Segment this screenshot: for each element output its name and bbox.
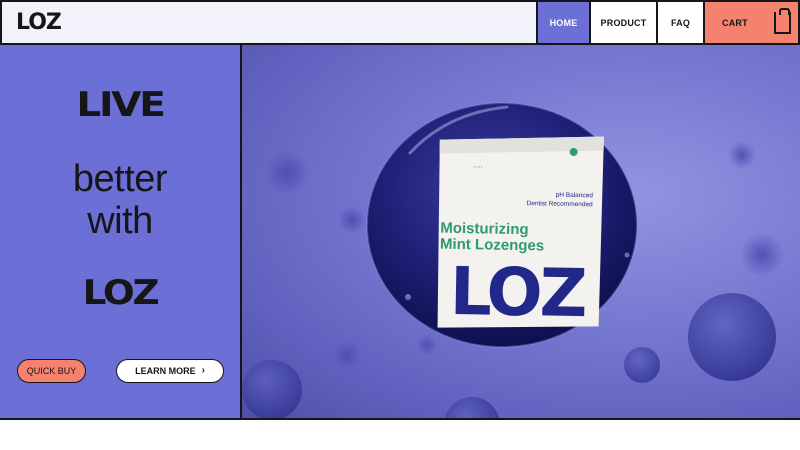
droplet: [624, 347, 660, 383]
chevron-right-icon: ›: [201, 365, 205, 376]
package-tagline-1: pH Balanced: [556, 192, 594, 200]
droplet-blur: [333, 341, 361, 369]
nav-product[interactable]: PRODUCT: [589, 2, 656, 43]
droplet: [242, 360, 302, 418]
shopping-bag-icon: [773, 7, 791, 34]
brand-logo[interactable]: LOZ: [2, 2, 536, 43]
droplet-blur: [338, 206, 366, 234]
package-name-2: Mint Lozenges: [440, 236, 544, 255]
headline-better: better: [72, 158, 168, 200]
learn-more-button[interactable]: LEARN MORE ›: [116, 359, 224, 383]
droplet: [405, 294, 411, 300]
package-tagline-2: Dentist Recommended: [527, 200, 594, 208]
nav-cart[interactable]: CART: [703, 2, 798, 43]
quick-buy-button[interactable]: QUICK BUY: [17, 359, 86, 383]
droplet-blur: [417, 335, 437, 355]
top-nav: LOZ HOME PRODUCT FAQ CART: [0, 0, 800, 45]
hero-product-image: • • • • pH Balanced Dentist Recommended …: [242, 45, 800, 420]
headline-live: LIVE: [76, 85, 166, 125]
headline-loz: LOZ: [82, 273, 160, 313]
nav-cart-label: CART: [722, 17, 748, 28]
package-fineprint: • • • •: [473, 164, 483, 169]
quick-buy-label: QUICK BUY: [26, 366, 77, 376]
bubble-scene: • • • • pH Balanced Dentist Recommended …: [242, 102, 784, 418]
page-below-fold: [0, 420, 800, 450]
nav-faq[interactable]: FAQ: [656, 2, 703, 43]
headline-with: with: [87, 200, 153, 242]
nav-home[interactable]: HOME: [536, 2, 589, 43]
product-package: • • • • pH Balanced Dentist Recommended …: [437, 136, 604, 332]
droplet-blur: [728, 141, 756, 169]
package-brand: LOZ: [449, 253, 585, 332]
hero-text-panel: LIVE better with LOZ QUICK BUY LEARN MOR…: [0, 45, 242, 420]
droplet: [688, 293, 776, 381]
learn-more-label: LEARN MORE: [135, 366, 196, 376]
droplet: [444, 397, 500, 418]
droplet-blur: [265, 151, 309, 195]
droplet: [624, 252, 630, 258]
droplet-blur: [740, 233, 784, 277]
